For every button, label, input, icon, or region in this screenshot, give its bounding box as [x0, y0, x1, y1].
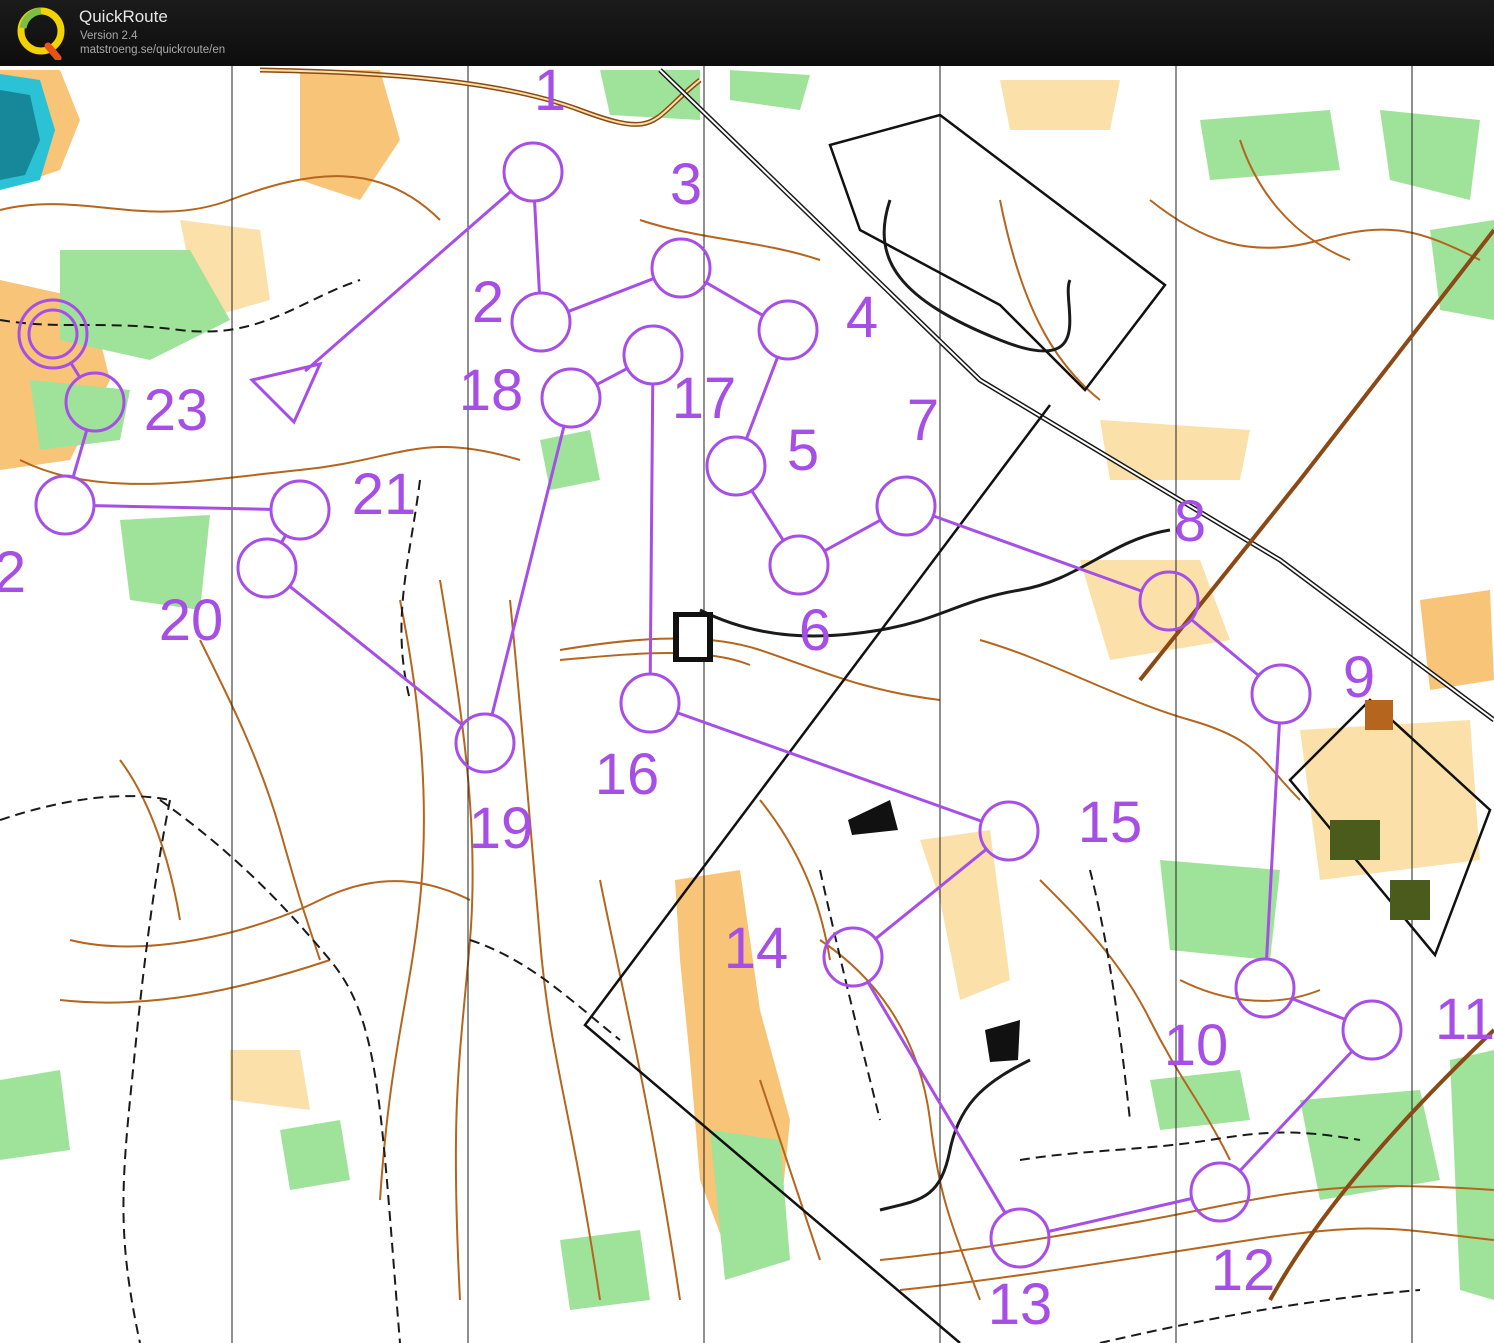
- control-circle: [757, 299, 819, 361]
- control-circle: [650, 237, 712, 299]
- control-number: 5: [787, 418, 819, 483]
- course-leg: [675, 711, 984, 823]
- control-circle: [619, 672, 681, 734]
- control-number: 11: [1435, 987, 1494, 1052]
- control-number: 12: [1211, 1238, 1276, 1303]
- course-leg: [288, 584, 464, 727]
- control-number: 3: [670, 152, 702, 217]
- control-circle: [875, 475, 937, 537]
- course-leg: [750, 488, 785, 543]
- course-leg: [744, 355, 780, 441]
- control-number: 19: [469, 796, 534, 861]
- control-number: 10: [1164, 1013, 1229, 1078]
- course-leg: [704, 281, 765, 317]
- control-number: 21: [352, 462, 417, 527]
- start-triangle: [249, 361, 323, 425]
- app-url[interactable]: matstroeng.se/quickroute/en: [80, 44, 225, 56]
- app-version: Version 2.4: [80, 30, 138, 42]
- control-circle: [502, 141, 564, 203]
- control-circle: [705, 435, 767, 497]
- control-circle: [1234, 957, 1296, 1019]
- course-leg: [1290, 997, 1347, 1021]
- course-leg: [866, 980, 1007, 1215]
- quickroute-logo-icon: [17, 7, 65, 60]
- control-circle: [1341, 999, 1403, 1061]
- control-circle: [1189, 1161, 1251, 1223]
- control-circle: [510, 291, 572, 353]
- course-leg: [822, 518, 883, 553]
- control-number: 8: [1174, 489, 1206, 554]
- control-circle: [34, 474, 96, 536]
- course-leg: [533, 199, 541, 295]
- control-number: 1: [534, 66, 566, 123]
- control-circle: [1250, 663, 1312, 725]
- control-number: 16: [595, 742, 660, 807]
- control-number: 2: [0, 540, 26, 605]
- control-circle: [269, 479, 331, 541]
- control-number: 13: [988, 1272, 1053, 1337]
- map-canvas[interactable]: 12345678910 1112131415161718192021223: [0, 66, 1494, 1343]
- course-leg: [490, 424, 566, 717]
- control-number: 23: [144, 378, 209, 443]
- title-bar: QuickRoute Version 2.4 matstroeng.se/qui…: [0, 0, 1494, 66]
- north-lines: [231, 66, 1413, 1343]
- control-circle: [236, 537, 298, 599]
- control-number: 7: [907, 388, 939, 453]
- course-leg: [566, 276, 656, 314]
- app-title: QuickRoute: [79, 7, 168, 26]
- orienteering-map[interactable]: 1 2 3 4 5 6 7 8 9 10 11 12 13 14 15 16 17 18 19 20 21 2 23: [0, 66, 1494, 1343]
- control-number: 6: [799, 598, 831, 663]
- control-number: 9: [1343, 645, 1375, 710]
- control-number: 17: [672, 366, 737, 431]
- control-circle: [822, 926, 884, 988]
- control-number: 20: [159, 588, 224, 653]
- control-number: 14: [724, 916, 789, 981]
- control-circle: [768, 534, 830, 596]
- course-leg: [931, 514, 1144, 593]
- course-leg: [595, 366, 629, 387]
- control-number: 4: [846, 285, 878, 350]
- control-circle: [540, 367, 602, 429]
- course-leg: [92, 504, 273, 511]
- control-number: 18: [459, 358, 524, 423]
- control-number: 15: [1078, 790, 1143, 855]
- course-leg: [648, 382, 655, 676]
- control-number: 2: [472, 270, 504, 335]
